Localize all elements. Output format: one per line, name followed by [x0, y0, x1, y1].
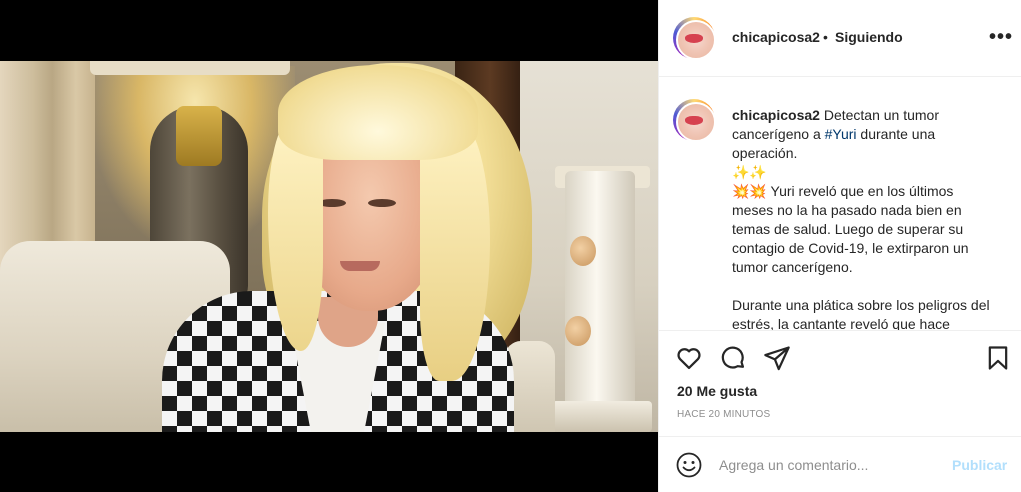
author-username[interactable]: chicapicosa2: [732, 29, 820, 45]
comments-area[interactable]: chicapicosa2 Detectan un tumor canceríge…: [659, 78, 1021, 330]
more-options-icon[interactable]: •••: [989, 26, 1013, 49]
hashtag-link[interactable]: #Yuri: [825, 126, 857, 142]
sparkles-emoji: ✨✨: [732, 164, 767, 180]
lips-logo-icon: [685, 34, 703, 43]
post-header: chicapicosa2 • Siguiendo •••: [659, 0, 1021, 77]
person-eye: [368, 199, 396, 207]
publish-button[interactable]: Publicar: [952, 457, 1007, 473]
post-photo[interactable]: [0, 61, 658, 432]
post-media[interactable]: [0, 0, 658, 492]
cherub-figure: [570, 236, 596, 266]
post-timestamp[interactable]: HACE 20 MINUTOS: [677, 409, 770, 420]
heart-icon[interactable]: [675, 344, 703, 372]
pedestal-column: [565, 171, 635, 421]
separator-dot: •: [823, 29, 828, 45]
caption-author-avatar[interactable]: [673, 99, 716, 142]
person-mouth: [340, 261, 380, 271]
post-side-panel: chicapicosa2 • Siguiendo ••• chicapicosa…: [658, 0, 1021, 492]
comment-icon[interactable]: [719, 344, 747, 372]
pedestal-base: [552, 401, 652, 432]
likes-count[interactable]: 20 Me gusta: [677, 383, 757, 399]
emoji-icon[interactable]: [675, 451, 703, 479]
add-comment-bar: Publicar: [659, 436, 1021, 492]
caption-username[interactable]: chicapicosa2: [732, 107, 820, 123]
cherub-figure: [565, 316, 591, 346]
author-avatar[interactable]: [673, 17, 716, 60]
lamp-shade: [90, 61, 290, 75]
comment-input[interactable]: [719, 454, 939, 476]
post-caption: chicapicosa2 Detectan un tumor canceríge…: [732, 106, 997, 330]
follow-status-button[interactable]: Siguiendo: [835, 29, 903, 45]
lamp-ornament: [176, 106, 222, 166]
caption-paragraph: 💥💥 Yuri reveló que en los últimos meses …: [732, 182, 997, 277]
action-bar: [659, 330, 1021, 390]
share-icon[interactable]: [763, 344, 791, 372]
bookmark-icon[interactable]: [984, 344, 1012, 372]
caption-paragraph-text: Yuri reveló que en los últimos meses no …: [732, 183, 969, 275]
caption-paragraph: Durante una plática sobre los peligros d…: [732, 297, 990, 330]
lips-logo-icon: [685, 116, 703, 125]
caption-first-line: chicapicosa2 Detectan un tumor canceríge…: [732, 106, 997, 163]
person-hair-top: [278, 65, 478, 160]
collision-emoji: 💥💥: [732, 183, 767, 199]
